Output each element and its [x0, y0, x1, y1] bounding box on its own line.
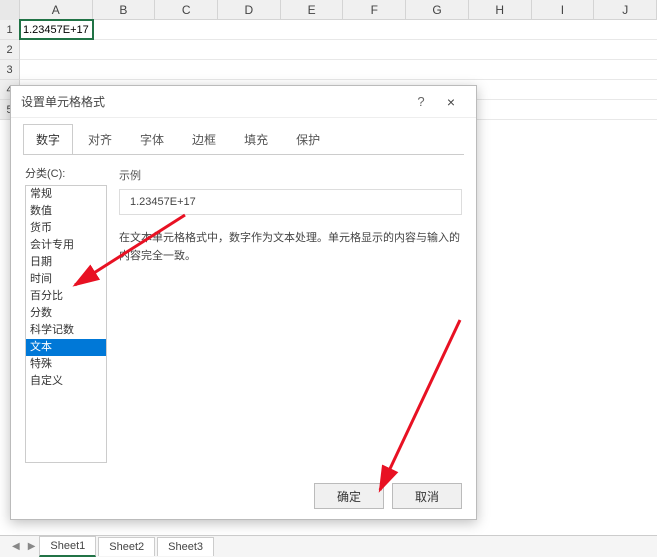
cat-general[interactable]: 常规	[26, 186, 106, 203]
cat-percentage[interactable]: 百分比	[26, 288, 106, 305]
sheet-nav-next-icon[interactable]: ▶	[24, 541, 40, 552]
column-headers: A B C D E F G H I J	[0, 0, 657, 20]
sheet-tabs-bar: ◀ ▶ Sheet1 Sheet2 Sheet3	[0, 535, 657, 557]
format-cells-dialog: 设置单元格格式 ? × 数字 对齐 字体 边框 填充 保护 分类(C): 常规 …	[10, 85, 477, 520]
dialog-title: 设置单元格格式	[21, 93, 406, 110]
tab-border[interactable]: 边框	[179, 124, 229, 155]
cat-scientific[interactable]: 科学记数	[26, 322, 106, 339]
col-header-j[interactable]: J	[594, 0, 657, 19]
close-button[interactable]: ×	[436, 94, 466, 110]
col-header-i[interactable]: I	[532, 0, 595, 19]
col-header-d[interactable]: D	[218, 0, 281, 19]
example-label: 示例	[119, 167, 462, 183]
row-header-3[interactable]: 3	[0, 60, 20, 80]
sheet-nav-prev-icon[interactable]: ◀	[8, 541, 24, 552]
col-header-f[interactable]: F	[343, 0, 406, 19]
cat-number[interactable]: 数值	[26, 203, 106, 220]
tab-font[interactable]: 字体	[127, 124, 177, 155]
tab-alignment[interactable]: 对齐	[75, 124, 125, 155]
col-header-h[interactable]: H	[469, 0, 532, 19]
col-header-b[interactable]: B	[93, 0, 156, 19]
row-header-1[interactable]: 1	[0, 20, 20, 40]
cell-a1[interactable]: 1.23457E+17	[20, 20, 93, 39]
col-header-c[interactable]: C	[155, 0, 218, 19]
ok-button[interactable]: 确定	[314, 483, 384, 509]
category-label: 分类(C):	[25, 165, 107, 181]
cancel-button[interactable]: 取消	[392, 483, 462, 509]
col-header-e[interactable]: E	[281, 0, 344, 19]
cat-accounting[interactable]: 会计专用	[26, 237, 106, 254]
cat-time[interactable]: 时间	[26, 271, 106, 288]
tab-fill[interactable]: 填充	[231, 124, 281, 155]
cat-custom[interactable]: 自定义	[26, 373, 106, 390]
select-all-corner[interactable]	[0, 0, 20, 20]
col-header-g[interactable]: G	[406, 0, 469, 19]
example-value: 1.23457E+17	[119, 189, 462, 215]
help-button[interactable]: ?	[406, 94, 436, 109]
cat-currency[interactable]: 货币	[26, 220, 106, 237]
sheet-tab-1[interactable]: Sheet1	[39, 536, 96, 557]
tab-number[interactable]: 数字	[23, 124, 73, 155]
category-list[interactable]: 常规 数值 货币 会计专用 日期 时间 百分比 分数 科学记数 文本 特殊 自定…	[25, 185, 107, 463]
cat-special[interactable]: 特殊	[26, 356, 106, 373]
sheet-tab-3[interactable]: Sheet3	[157, 537, 214, 556]
sheet-tab-2[interactable]: Sheet2	[98, 537, 155, 556]
cat-fraction[interactable]: 分数	[26, 305, 106, 322]
cat-text[interactable]: 文本	[26, 339, 106, 356]
row-header-2[interactable]: 2	[0, 40, 20, 60]
tab-protection[interactable]: 保护	[283, 124, 333, 155]
dialog-tabs: 数字 对齐 字体 边框 填充 保护	[11, 118, 476, 155]
cat-date[interactable]: 日期	[26, 254, 106, 271]
dialog-titlebar[interactable]: 设置单元格格式 ? ×	[11, 86, 476, 118]
format-description: 在文本单元格格式中，数字作为文本处理。单元格显示的内容与输入的内容完全一致。	[119, 229, 462, 265]
col-header-a[interactable]: A	[20, 0, 93, 19]
